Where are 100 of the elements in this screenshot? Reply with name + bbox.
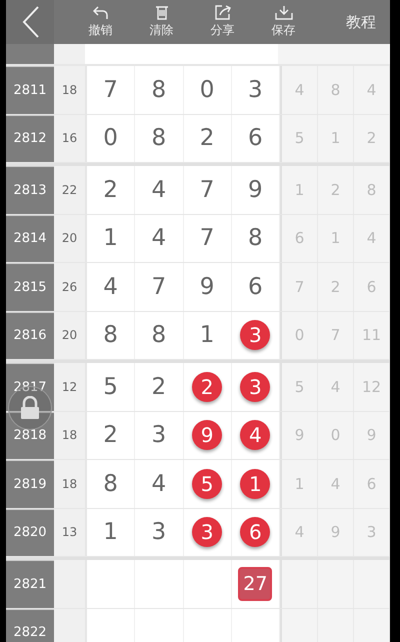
sum-value: 22	[62, 182, 78, 197]
issue-number: 2820	[6, 508, 54, 556]
stat-value: 4	[366, 229, 376, 248]
stat-value: 12	[362, 378, 382, 396]
digit: 8	[248, 225, 263, 252]
stat-value: 4	[294, 80, 304, 99]
sum-value: 18	[62, 428, 78, 442]
stat-value: 4	[366, 80, 376, 99]
stat-value: 5	[294, 378, 304, 396]
stat-value: 3	[366, 523, 376, 542]
trash-icon	[154, 5, 168, 20]
issue-number: 2821	[6, 560, 54, 608]
digit: 3	[152, 422, 166, 448]
toolbar-button[interactable]: 清除	[131, 5, 192, 39]
stat-value: 4	[330, 378, 340, 396]
stat-value: 2	[366, 129, 376, 148]
digit: 8	[103, 470, 118, 497]
toolbar-button[interactable]: 保存	[253, 5, 314, 39]
digit: 2	[200, 125, 214, 152]
digit: 4	[152, 225, 166, 252]
number-ball: 5	[192, 468, 222, 499]
issue-number: 2815	[6, 263, 54, 310]
sum-value: 18	[62, 476, 78, 491]
digit: 7	[200, 176, 214, 203]
digit: 3	[152, 519, 166, 546]
number-ball: 4	[240, 420, 270, 450]
toolbar-button[interactable]: 分享	[192, 5, 253, 39]
digit: 8	[152, 125, 166, 152]
digit: 1	[103, 225, 118, 252]
digit: 0	[103, 125, 118, 152]
sum-value: 18	[62, 82, 78, 97]
issue-number: 2811	[6, 66, 54, 114]
digit: 4	[152, 470, 166, 497]
digit: 3	[248, 76, 263, 103]
stat-value: 9	[330, 523, 340, 542]
tutorial-button[interactable]: 教程	[346, 12, 376, 32]
back-icon[interactable]	[22, 5, 40, 39]
sum-value: 20	[62, 328, 78, 342]
number-ball: 1	[240, 468, 270, 499]
stat-value: 1	[294, 180, 304, 199]
stat-value: 2	[330, 278, 340, 296]
stat-value: 7	[330, 326, 340, 344]
stat-value: 11	[362, 326, 382, 344]
digit: 5	[103, 374, 118, 400]
digit: 4	[103, 274, 118, 300]
stat-value: 5	[294, 129, 304, 148]
toolbar-button[interactable]: 撤销	[70, 6, 131, 38]
digit: 4	[152, 176, 166, 203]
stat-value: 9	[366, 426, 376, 444]
number-ball: 3	[192, 517, 222, 548]
stat-value: 8	[330, 80, 340, 99]
stat-value: 0	[294, 326, 304, 344]
stat-value: 6	[294, 229, 304, 248]
undo-icon	[92, 6, 108, 20]
digit: 9	[200, 274, 214, 300]
stat-value: 0	[330, 426, 340, 444]
issue-number: 2818	[6, 412, 54, 459]
digit: 7	[103, 76, 118, 103]
number-ball: 3	[240, 372, 270, 402]
issue-number: 2819	[6, 460, 54, 508]
sum-value: 16	[62, 131, 78, 146]
number-ball: 6	[240, 517, 270, 548]
digit: 9	[248, 176, 263, 203]
digit: 7	[200, 225, 214, 252]
digit: 1	[200, 322, 214, 348]
number-ball: 9	[192, 420, 222, 450]
digit: 8	[152, 322, 166, 348]
stat-value: 1	[294, 474, 304, 493]
sum-value: 26	[62, 280, 78, 294]
digit: 1	[103, 519, 118, 546]
issue-number: 2812	[6, 114, 54, 162]
sum-value: 12	[62, 380, 78, 394]
download-icon	[274, 5, 292, 20]
digit: 0	[200, 76, 214, 103]
issue-number: 2813	[6, 166, 54, 214]
total-badge: 27	[238, 566, 272, 601]
stat-value: 4	[330, 474, 340, 493]
stat-value: 4	[294, 523, 304, 542]
issue-number: 2814	[6, 214, 54, 262]
digit: 2	[152, 374, 166, 400]
stat-value: 6	[366, 474, 376, 493]
issue-number: 2816	[6, 312, 54, 359]
stat-value: 1	[330, 229, 340, 248]
stat-value: 9	[294, 426, 304, 444]
share-icon	[214, 5, 232, 20]
digit: 2	[103, 176, 118, 203]
sum-value: 20	[62, 231, 78, 246]
digit: 6	[248, 125, 263, 152]
stat-value: 6	[366, 278, 376, 296]
stat-value: 1	[330, 129, 340, 148]
digit: 8	[152, 76, 166, 103]
digit: 2	[103, 422, 118, 448]
digit: 8	[103, 322, 118, 348]
stat-value: 8	[366, 180, 376, 199]
digit: 6	[248, 274, 263, 300]
issue-number: 2822	[6, 608, 54, 642]
sum-value: 13	[62, 525, 78, 540]
digit: 7	[152, 274, 166, 300]
number-ball: 2	[192, 372, 222, 402]
stat-value: 2	[330, 180, 340, 199]
